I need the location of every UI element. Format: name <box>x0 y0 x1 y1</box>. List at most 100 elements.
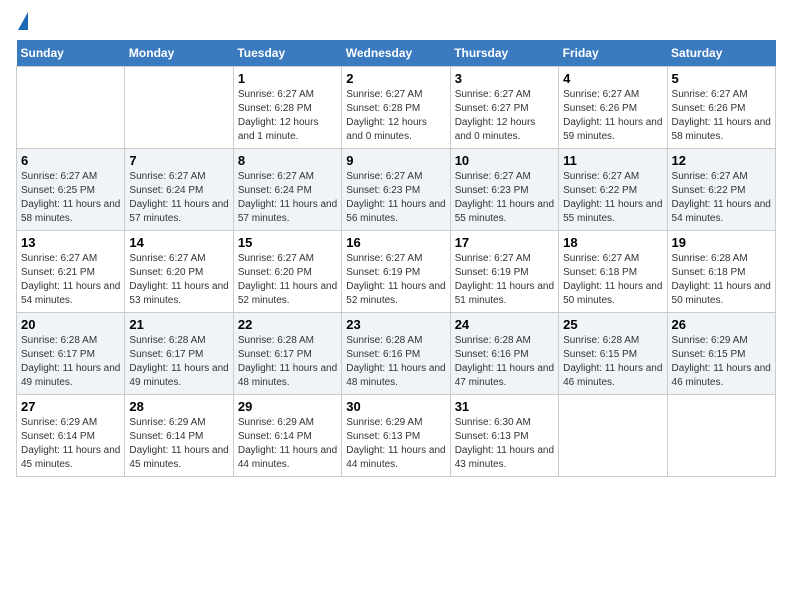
calendar-cell <box>667 395 775 477</box>
day-number: 26 <box>672 317 771 332</box>
day-info: Sunrise: 6:27 AM Sunset: 6:23 PM Dayligh… <box>455 170 554 226</box>
day-number: 11 <box>563 153 662 168</box>
weekday-header-wednesday: Wednesday <box>342 40 450 67</box>
weekday-header-thursday: Thursday <box>450 40 558 67</box>
day-info: Sunrise: 6:27 AM Sunset: 6:21 PM Dayligh… <box>21 252 120 308</box>
day-number: 13 <box>21 235 120 250</box>
day-number: 16 <box>346 235 445 250</box>
day-info: Sunrise: 6:28 AM Sunset: 6:18 PM Dayligh… <box>672 252 771 308</box>
weekday-header-saturday: Saturday <box>667 40 775 67</box>
day-number: 18 <box>563 235 662 250</box>
calendar-cell: 14 Sunrise: 6:27 AM Sunset: 6:20 PM Dayli… <box>125 231 233 313</box>
calendar-cell: 4 Sunrise: 6:27 AM Sunset: 6:26 PM Daylig… <box>559 67 667 149</box>
day-info: Sunrise: 6:27 AM Sunset: 6:24 PM Dayligh… <box>238 170 337 226</box>
day-info: Sunrise: 6:27 AM Sunset: 6:27 PM Dayligh… <box>455 88 554 144</box>
day-number: 9 <box>346 153 445 168</box>
day-number: 2 <box>346 71 445 86</box>
calendar-cell: 18Sunrise: 6:27 AM Sunset: 6:18 PM Dayli… <box>559 231 667 313</box>
calendar-cell: 13 Sunrise: 6:27 AM Sunset: 6:21 PM Dayli… <box>17 231 125 313</box>
day-info: Sunrise: 6:28 AM Sunset: 6:16 PM Dayligh… <box>455 334 554 390</box>
weekday-header-friday: Friday <box>559 40 667 67</box>
day-number: 6 <box>21 153 120 168</box>
weekday-header-tuesday: Tuesday <box>233 40 341 67</box>
day-info: Sunrise: 6:27 AM Sunset: 6:20 PM Dayligh… <box>129 252 228 308</box>
day-number: 10 <box>455 153 554 168</box>
day-info: Sunrise: 6:27 AM Sunset: 6:22 PM Dayligh… <box>563 170 662 226</box>
day-number: 25 <box>563 317 662 332</box>
day-info: Sunrise: 6:29 AM Sunset: 6:14 PM Dayligh… <box>238 416 337 472</box>
calendar-cell: 30 Sunrise: 6:29 AM Sunset: 6:13 PM Dayli… <box>342 395 450 477</box>
calendar-cell: 2 Sunrise: 6:27 AM Sunset: 6:28 PM Daylig… <box>342 67 450 149</box>
day-info: Sunrise: 6:29 AM Sunset: 6:14 PM Dayligh… <box>21 416 120 472</box>
day-number: 31 <box>455 399 554 414</box>
day-info: Sunrise: 6:27 AM Sunset: 6:26 PM Dayligh… <box>563 88 662 144</box>
calendar-cell: 15 Sunrise: 6:27 AM Sunset: 6:20 PM Dayli… <box>233 231 341 313</box>
calendar-cell: 22 Sunrise: 6:28 AM Sunset: 6:17 PM Dayli… <box>233 313 341 395</box>
day-info: Sunrise: 6:27 AM Sunset: 6:22 PM Dayligh… <box>672 170 771 226</box>
calendar-cell: 12Sunrise: 6:27 AM Sunset: 6:22 PM Dayli… <box>667 149 775 231</box>
calendar-cell: 25 Sunrise: 6:28 AM Sunset: 6:15 PM Dayli… <box>559 313 667 395</box>
calendar-cell: 8 Sunrise: 6:27 AM Sunset: 6:24 PM Daylig… <box>233 149 341 231</box>
weekday-header-monday: Monday <box>125 40 233 67</box>
calendar-cell: 31 Sunrise: 6:30 AM Sunset: 6:13 PM Dayli… <box>450 395 558 477</box>
day-info: Sunrise: 6:27 AM Sunset: 6:28 PM Dayligh… <box>346 88 445 144</box>
calendar-cell <box>17 67 125 149</box>
day-info: Sunrise: 6:30 AM Sunset: 6:13 PM Dayligh… <box>455 416 554 472</box>
day-number: 28 <box>129 399 228 414</box>
calendar-cell: 17Sunrise: 6:27 AM Sunset: 6:19 PM Dayli… <box>450 231 558 313</box>
day-number: 15 <box>238 235 337 250</box>
logo-triangle-icon <box>18 12 28 30</box>
day-number: 23 <box>346 317 445 332</box>
day-number: 24 <box>455 317 554 332</box>
day-info: Sunrise: 6:27 AM Sunset: 6:19 PM Dayligh… <box>455 252 554 308</box>
calendar-cell: 5 Sunrise: 6:27 AM Sunset: 6:26 PM Daylig… <box>667 67 775 149</box>
page-header <box>16 16 776 30</box>
day-info: Sunrise: 6:29 AM Sunset: 6:14 PM Dayligh… <box>129 416 228 472</box>
calendar-cell: 16 Sunrise: 6:27 AM Sunset: 6:19 PM Dayli… <box>342 231 450 313</box>
day-info: Sunrise: 6:27 AM Sunset: 6:24 PM Dayligh… <box>129 170 228 226</box>
day-number: 22 <box>238 317 337 332</box>
day-info: Sunrise: 6:27 AM Sunset: 6:19 PM Dayligh… <box>346 252 445 308</box>
day-info: Sunrise: 6:27 AM Sunset: 6:26 PM Dayligh… <box>672 88 771 144</box>
calendar-cell: 23 Sunrise: 6:28 AM Sunset: 6:16 PM Dayli… <box>342 313 450 395</box>
day-info: Sunrise: 6:28 AM Sunset: 6:16 PM Dayligh… <box>346 334 445 390</box>
calendar-cell: 24 Sunrise: 6:28 AM Sunset: 6:16 PM Dayli… <box>450 313 558 395</box>
day-info: Sunrise: 6:28 AM Sunset: 6:17 PM Dayligh… <box>129 334 228 390</box>
day-number: 3 <box>455 71 554 86</box>
day-number: 19 <box>672 235 771 250</box>
calendar-cell <box>125 67 233 149</box>
weekday-header-sunday: Sunday <box>17 40 125 67</box>
calendar-cell: 6Sunrise: 6:27 AM Sunset: 6:25 PM Daylig… <box>17 149 125 231</box>
day-number: 27 <box>21 399 120 414</box>
day-number: 7 <box>129 153 228 168</box>
day-info: Sunrise: 6:27 AM Sunset: 6:23 PM Dayligh… <box>346 170 445 226</box>
logo <box>16 16 28 30</box>
day-number: 4 <box>563 71 662 86</box>
calendar-cell: 9 Sunrise: 6:27 AM Sunset: 6:23 PM Daylig… <box>342 149 450 231</box>
day-number: 29 <box>238 399 337 414</box>
day-info: Sunrise: 6:27 AM Sunset: 6:28 PM Dayligh… <box>238 88 337 144</box>
day-info: Sunrise: 6:28 AM Sunset: 6:17 PM Dayligh… <box>238 334 337 390</box>
calendar-cell: 19 Sunrise: 6:28 AM Sunset: 6:18 PM Dayli… <box>667 231 775 313</box>
day-info: Sunrise: 6:28 AM Sunset: 6:17 PM Dayligh… <box>21 334 120 390</box>
calendar-cell <box>559 395 667 477</box>
day-info: Sunrise: 6:27 AM Sunset: 6:20 PM Dayligh… <box>238 252 337 308</box>
calendar-cell: 7 Sunrise: 6:27 AM Sunset: 6:24 PM Daylig… <box>125 149 233 231</box>
calendar-cell: 3 Sunrise: 6:27 AM Sunset: 6:27 PM Daylig… <box>450 67 558 149</box>
calendar-cell: 1 Sunrise: 6:27 AM Sunset: 6:28 PM Daylig… <box>233 67 341 149</box>
day-info: Sunrise: 6:29 AM Sunset: 6:13 PM Dayligh… <box>346 416 445 472</box>
day-number: 5 <box>672 71 771 86</box>
calendar-cell: 21Sunrise: 6:28 AM Sunset: 6:17 PM Dayli… <box>125 313 233 395</box>
calendar-cell: 20 Sunrise: 6:28 AM Sunset: 6:17 PM Dayli… <box>17 313 125 395</box>
day-number: 14 <box>129 235 228 250</box>
day-number: 1 <box>238 71 337 86</box>
calendar-cell: 27 Sunrise: 6:29 AM Sunset: 6:14 PM Dayli… <box>17 395 125 477</box>
day-info: Sunrise: 6:28 AM Sunset: 6:15 PM Dayligh… <box>563 334 662 390</box>
calendar-cell: 11 Sunrise: 6:27 AM Sunset: 6:22 PM Dayli… <box>559 149 667 231</box>
day-number: 20 <box>21 317 120 332</box>
calendar-cell: 29 Sunrise: 6:29 AM Sunset: 6:14 PM Dayli… <box>233 395 341 477</box>
day-number: 30 <box>346 399 445 414</box>
calendar-table: SundayMondayTuesdayWednesdayThursdayFrid… <box>16 40 776 477</box>
day-number: 8 <box>238 153 337 168</box>
day-info: Sunrise: 6:29 AM Sunset: 6:15 PM Dayligh… <box>672 334 771 390</box>
